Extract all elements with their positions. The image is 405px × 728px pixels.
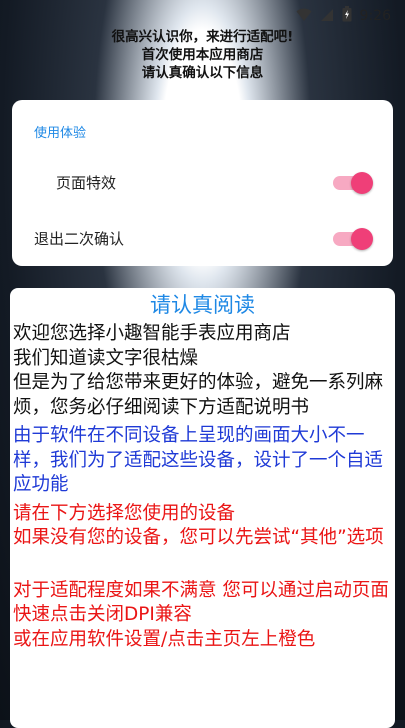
header-line: 请认真确认以下信息: [141, 65, 264, 81]
signal-icon: [320, 7, 334, 26]
readme-paragraph: 但是为了给您带来更好的体验，避免一系列麻烦，您务必仔细阅读下方适配说明书: [13, 372, 384, 418]
readme-paragraph: 欢迎您选择小趣智能手表应用商店: [13, 323, 291, 344]
status-icons: 9:26: [296, 6, 391, 26]
section-title: 使用体验: [34, 126, 87, 141]
readme-paragraph: 我们知道读文字很枯燥: [13, 347, 199, 369]
readme-title: 请认真阅读: [150, 293, 255, 317]
setting-label: 页面特效: [56, 174, 117, 192]
status-time: 9:26: [359, 8, 391, 24]
readme-card: 请认真阅读 欢迎您选择小趣智能手表应用商店 我们知道读文字很枯燥 但是为了给您带…: [10, 288, 395, 728]
page-effects-toggle[interactable]: [333, 172, 373, 194]
status-bar: 9:26: [0, 0, 405, 30]
toggle-thumb: [351, 228, 373, 250]
readme-note-red: 对于适配程度如果不满意 您可以通过启动页面快速点击关闭DPI兼容: [13, 579, 389, 626]
header-line: 很高兴认识你，来进行适配吧!: [111, 29, 294, 45]
readme-note-red: 或在应用软件设置/点击主页左上橙色: [13, 628, 316, 650]
wifi-icon: [296, 7, 312, 26]
header-line: 首次使用本应用商店: [141, 47, 264, 63]
setting-row-page-effects[interactable]: 页面特效: [12, 162, 393, 202]
readme-note-red: 如果没有您的设备，您可以先尝试“其他”选项: [13, 527, 384, 548]
welcome-header: 很高兴认识你，来进行适配吧! 首次使用本应用商店 请认真确认以下信息: [0, 28, 405, 82]
setting-label: 退出二次确认: [34, 230, 125, 248]
settings-card: 使用体验 页面特效 退出二次确认: [12, 100, 393, 266]
readme-note-red: 请在下方选择您使用的设备: [13, 502, 236, 524]
readme-note-blue: 由于软件在不同设备上呈现的画面大小不一样，我们为了适配这些设备，设计了一个自适应…: [13, 425, 384, 495]
battery-icon: [342, 6, 352, 26]
readme-body: 欢迎您选择小趣智能手表应用商店 我们知道读文字很枯燥 但是为了给您带来更好的体验…: [13, 322, 393, 652]
toggle-thumb: [351, 172, 373, 194]
setting-row-exit-confirm[interactable]: 退出二次确认: [12, 218, 393, 258]
exit-confirm-toggle[interactable]: [333, 228, 373, 250]
